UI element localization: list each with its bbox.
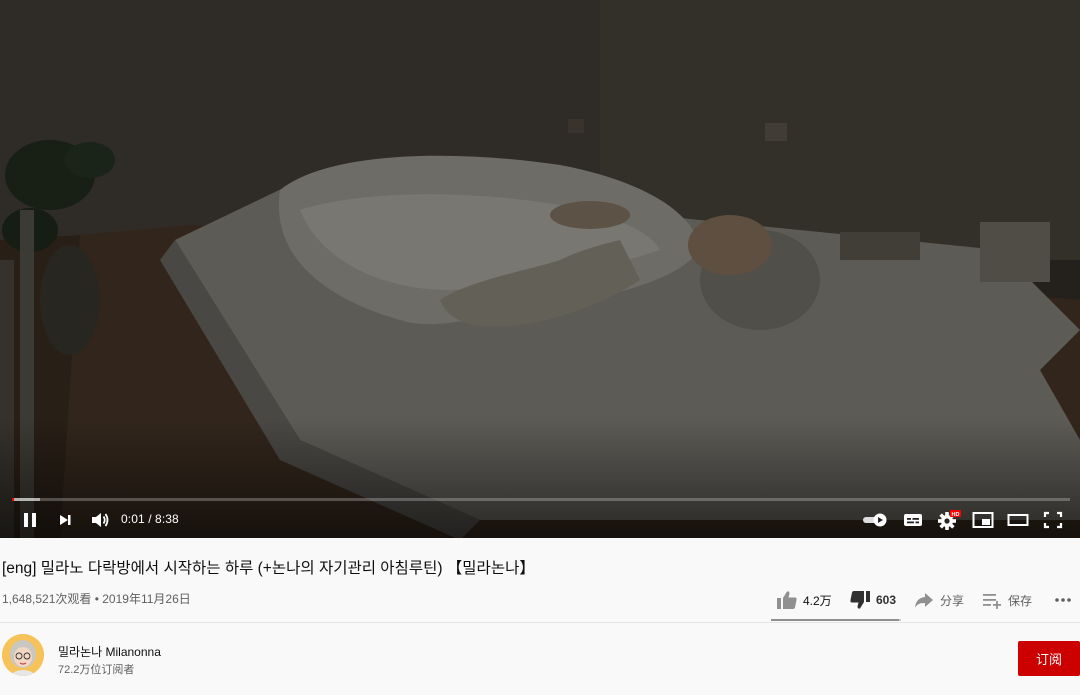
like-count: 4.2万	[803, 593, 832, 608]
video-title: [eng] 밀라노 다락방에서 시작하는 하루 (+논나의 자기관리 아침루틴)…	[2, 560, 535, 577]
subtitles-button[interactable]	[901, 507, 925, 533]
pause-button[interactable]	[18, 507, 42, 533]
progress-buffered	[12, 498, 40, 501]
view-count-date: 1,648,521次观看 • 2019年11月26日	[2, 592, 191, 606]
channel-avatar[interactable]	[2, 634, 44, 676]
save-label: 保存	[1008, 593, 1033, 608]
fullscreen-button[interactable]	[1041, 507, 1065, 533]
sentiment-bar	[771, 619, 901, 621]
hd-badge: HD	[952, 512, 960, 518]
channel-name[interactable]: 밀라논나 Milanonna	[58, 643, 161, 660]
time-display: 0:01 / 8:38	[121, 512, 179, 526]
sentiment-like-fill	[771, 619, 900, 621]
settings-button[interactable]: HD	[936, 507, 962, 533]
miniplayer-icon	[972, 512, 994, 528]
subscriber-count: 72.2万位订阅者	[58, 664, 135, 676]
dislike-count: 603	[876, 593, 897, 607]
progress-bar[interactable]	[12, 498, 1070, 501]
volume-button[interactable]	[88, 507, 112, 533]
next-button[interactable]	[54, 507, 76, 533]
subscribe-button[interactable]: 订阅	[1018, 641, 1080, 676]
share-button[interactable]: 分享	[914, 589, 964, 611]
theater-mode-icon	[1007, 514, 1029, 526]
thumbs-up-icon	[777, 591, 797, 609]
autoplay-toggle-icon	[863, 513, 887, 527]
share-label: 分享	[940, 593, 965, 608]
settings-icon: HD	[938, 510, 961, 530]
video-player[interactable]: 0:01 / 8:38 HD	[0, 0, 1080, 538]
like-button[interactable]: 4.2万	[776, 589, 832, 611]
autoplay-toggle[interactable]	[861, 507, 889, 533]
volume-icon	[92, 513, 109, 527]
save-playlist-icon	[983, 594, 1001, 609]
miniplayer-button[interactable]	[970, 507, 996, 533]
more-actions-button[interactable]	[1054, 589, 1072, 611]
dislike-button[interactable]: 603	[849, 589, 896, 611]
next-icon	[60, 515, 71, 525]
subtitles-icon	[904, 514, 922, 526]
theater-mode-button[interactable]	[1005, 507, 1031, 533]
divider	[0, 622, 1080, 623]
progress-played	[12, 498, 15, 501]
pause-icon	[24, 513, 36, 527]
avatar-illustration	[2, 634, 44, 676]
thumbs-down-icon	[850, 591, 870, 609]
save-button[interactable]: 保存	[982, 589, 1032, 611]
more-icon	[1055, 598, 1071, 602]
fullscreen-icon	[1043, 511, 1063, 529]
share-icon	[915, 593, 933, 608]
